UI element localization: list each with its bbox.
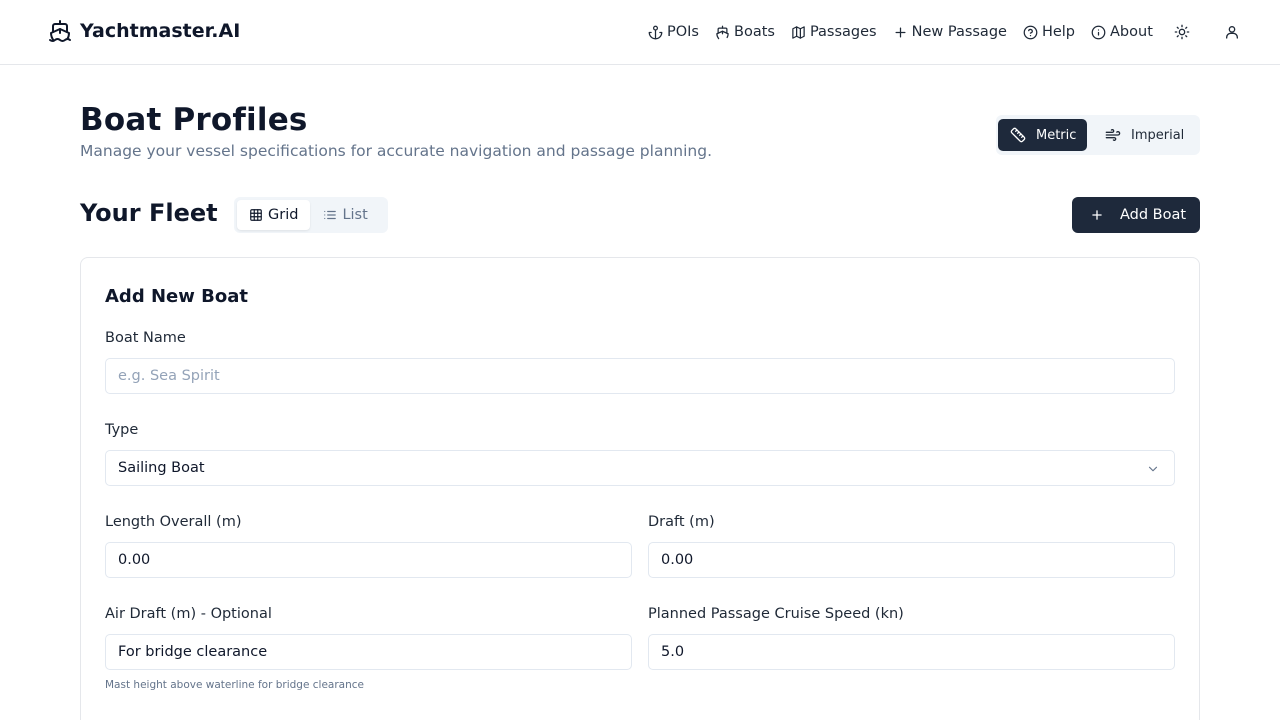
grid-label: Grid [268,207,299,223]
nav-about-label: About [1110,24,1153,40]
nav-boats-label: Boats [734,24,775,40]
sun-icon [1174,24,1190,40]
add-boat-form-card: Add New Boat Boat Name Type Sailing Boat… [80,257,1200,720]
ship-icon [715,25,730,40]
nav-new-passage-label: New Passage [911,24,1007,40]
plus-icon [1090,208,1104,222]
units-toggle: Metric Imperial [996,115,1200,155]
plus-icon [893,25,908,40]
air-draft-help-text: Mast height above waterline for bridge c… [105,679,364,691]
page-title: Boat Profiles [80,102,308,138]
draft-value: 0.00 [661,552,694,568]
metric-button[interactable]: Metric [998,119,1087,151]
nav-pois[interactable]: POIs [648,24,699,40]
nav-passages-label: Passages [809,24,877,40]
top-navigation-bar: Yachtmaster.AI POIs Boats Passages New P… [0,0,1280,65]
length-overall-input[interactable]: 0.00 [105,542,632,578]
form-title: Add New Boat [105,286,248,307]
air-draft-label: Air Draft (m) - Optional [105,606,272,622]
air-draft-value: For bridge clearance [118,644,268,660]
air-draft-input[interactable]: For bridge clearance [105,634,632,670]
nav-help-label: Help [1041,24,1076,40]
grid-icon [249,208,263,222]
boat-name-input[interactable] [105,358,1175,394]
nav-about[interactable]: About [1091,24,1153,40]
draft-input[interactable]: 0.00 [648,542,1175,578]
metric-label: Metric [1036,127,1077,143]
length-overall-value: 0.00 [118,552,151,568]
chevron-down-icon [1146,462,1160,476]
brand-name: Yachtmaster.AI [80,20,241,42]
add-boat-button[interactable]: Add Boat [1072,197,1200,233]
type-label: Type [105,422,139,438]
user-menu-button[interactable] [1220,20,1244,44]
ship-icon [48,19,72,43]
map-icon [791,25,806,40]
anchor-icon [648,25,663,40]
user-icon [1224,24,1240,40]
fleet-title: Your Fleet [80,199,218,227]
nav-boats[interactable]: Boats [715,24,775,40]
view-toggle: Grid List [234,197,388,233]
type-selected-value: Sailing Boat [118,460,205,476]
main-nav: POIs Boats Passages New Passage Help Abo… [648,22,1169,42]
imperial-button[interactable]: Imperial [1093,119,1196,151]
cruise-speed-value: 5.0 [661,644,685,660]
ruler-icon [1010,127,1026,143]
list-label: List [342,207,368,223]
page-subtitle: Manage your vessel specifications for ac… [80,142,712,160]
list-view-button[interactable]: List [310,200,380,230]
theme-toggle-button[interactable] [1170,20,1194,44]
brand-logo[interactable]: Yachtmaster.AI [48,19,240,43]
cruise-speed-label: Planned Passage Cruise Speed (kn) [648,606,904,622]
cruise-speed-input[interactable]: 5.0 [648,634,1175,670]
length-overall-label: Length Overall (m) [105,514,242,530]
draft-label: Draft (m) [648,514,715,530]
list-icon [323,208,337,222]
add-boat-label: Add Boat [1120,207,1187,223]
nav-help[interactable]: Help [1023,24,1075,40]
boat-name-label: Boat Name [105,330,186,346]
help-circle-icon [1023,25,1038,40]
nav-new-passage[interactable]: New Passage [893,24,1007,40]
imperial-label: Imperial [1131,127,1185,143]
nav-pois-label: POIs [667,24,699,40]
info-icon [1091,25,1106,40]
grid-view-button[interactable]: Grid [237,200,311,230]
type-select[interactable]: Sailing Boat [105,450,1175,486]
nav-passages[interactable]: Passages [791,24,877,40]
wind-icon [1105,127,1121,143]
